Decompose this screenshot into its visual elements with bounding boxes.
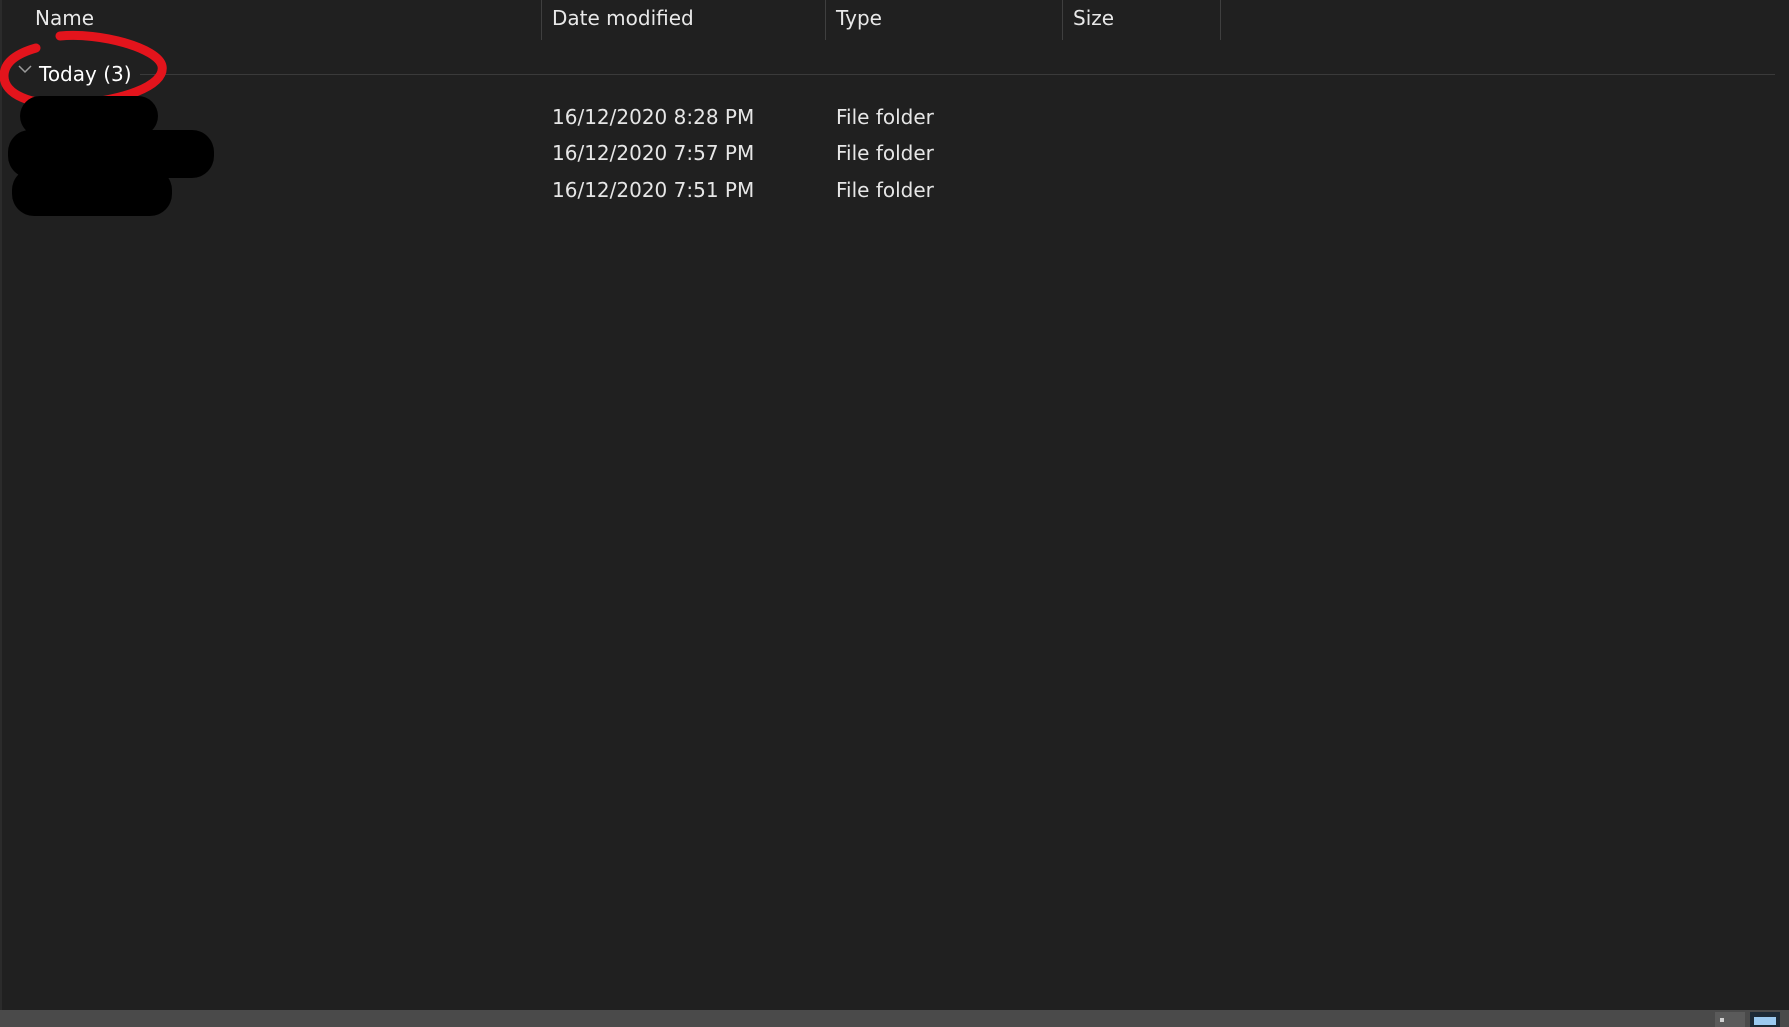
column-divider[interactable] — [1220, 0, 1221, 40]
column-header-type[interactable]: Type — [825, 0, 1062, 40]
group-header-today[interactable]: Today (3) — [0, 52, 1789, 92]
details-view-icon[interactable] — [1715, 1012, 1745, 1027]
file-date-modified: 16/12/2020 7:51 PM — [552, 178, 755, 202]
status-bar — [0, 1010, 1789, 1027]
column-header-size[interactable]: Size — [1062, 0, 1220, 40]
group-divider-line — [140, 74, 1775, 75]
chevron-down-icon[interactable] — [18, 62, 32, 76]
file-date-modified: 16/12/2020 7:57 PM — [552, 141, 755, 165]
file-type: File folder — [836, 105, 934, 129]
file-type: File folder — [836, 178, 934, 202]
group-label: Today (3) — [39, 62, 132, 86]
column-header-date-modified[interactable]: Date modified — [541, 0, 825, 40]
list-item[interactable]: 16/12/2020 7:57 PM File folder — [0, 135, 1789, 171]
file-explorer-pane: Name Date modified Type Size Today (3) 1… — [0, 0, 1789, 1027]
list-item[interactable]: 16/12/2020 7:51 PM File folder — [0, 172, 1789, 208]
file-type: File folder — [836, 141, 934, 165]
redaction-scribble — [12, 168, 172, 216]
column-header-name[interactable]: Name — [24, 0, 541, 40]
column-header-bar: Name Date modified Type Size — [0, 0, 1789, 40]
large-icons-view-icon[interactable] — [1750, 1012, 1780, 1027]
list-item[interactable]: 16/12/2020 8:28 PM File folder — [0, 99, 1789, 135]
file-date-modified: 16/12/2020 8:28 PM — [552, 105, 755, 129]
